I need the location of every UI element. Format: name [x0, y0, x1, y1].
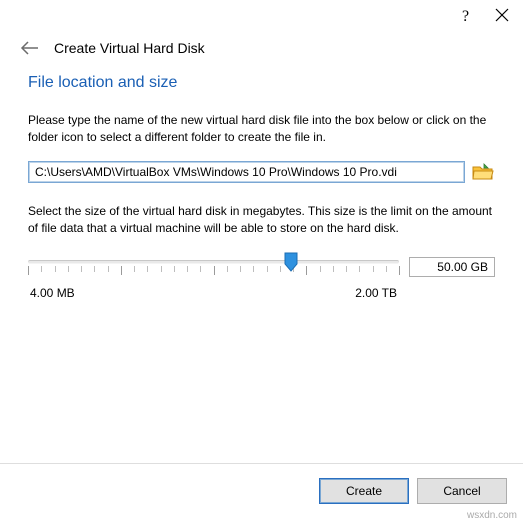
slider-min-label: 4.00 MB — [30, 286, 75, 300]
create-button[interactable]: Create — [319, 478, 409, 504]
folder-icon — [472, 162, 494, 182]
size-value-input[interactable] — [409, 257, 495, 277]
svg-text:?: ? — [462, 8, 469, 24]
cancel-button[interactable]: Cancel — [417, 478, 507, 504]
slider-thumb[interactable] — [284, 252, 298, 272]
section-heading: File location and size — [28, 74, 495, 92]
help-icon[interactable]: ? — [459, 6, 471, 24]
watermark: wsxdn.com — [467, 510, 517, 521]
slider-max-label: 2.00 TB — [355, 286, 397, 300]
page-title: Create Virtual Hard Disk — [54, 40, 205, 56]
size-description: Select the size of the virtual hard disk… — [28, 203, 495, 238]
file-path-input[interactable] — [28, 161, 465, 183]
browse-folder-button[interactable] — [471, 161, 495, 183]
close-icon[interactable] — [495, 8, 509, 22]
back-icon[interactable] — [20, 40, 40, 56]
size-slider[interactable] — [28, 252, 399, 282]
location-description: Please type the name of the new virtual … — [28, 112, 495, 147]
